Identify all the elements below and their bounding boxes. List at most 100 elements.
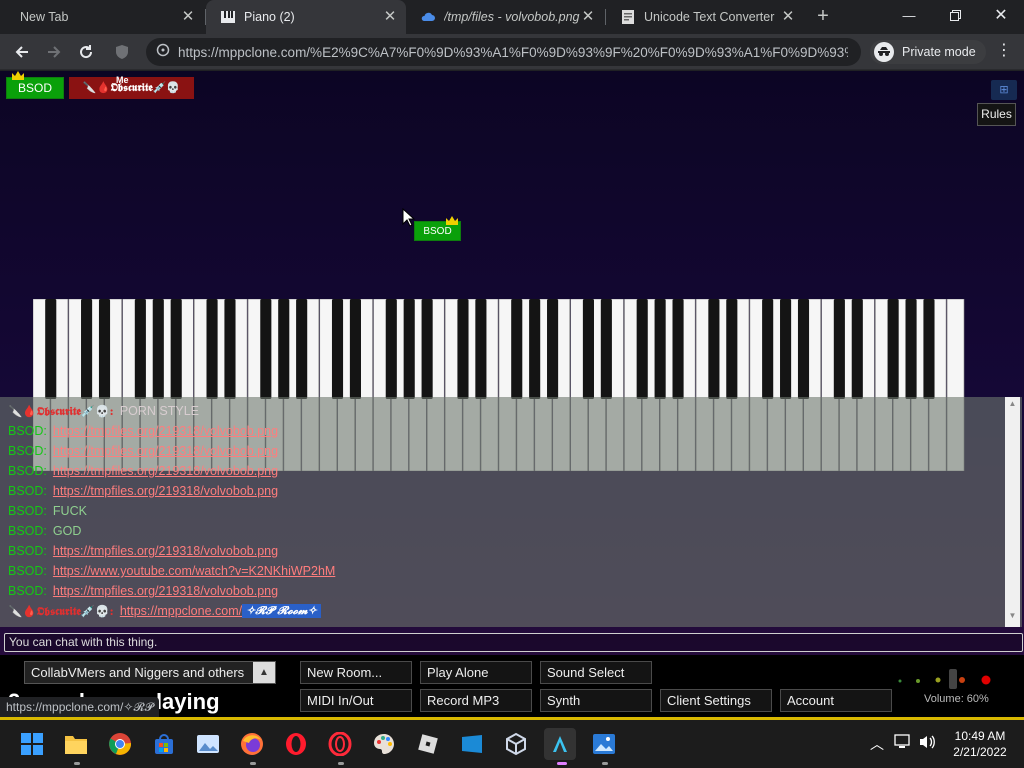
black-key[interactable] <box>98 299 111 399</box>
virtualbox-icon[interactable] <box>500 728 532 760</box>
site-info-icon[interactable] <box>156 43 170 62</box>
tab-unicode-converter[interactable]: Unicode Text Converter ✕ <box>606 0 804 34</box>
black-key[interactable] <box>726 299 738 399</box>
opera-icon[interactable] <box>280 728 312 760</box>
close-icon[interactable]: ✕ <box>780 9 796 25</box>
black-key[interactable] <box>45 299 57 399</box>
chat-link-highlight[interactable]: ✧𝓡𝓟 𝓡𝓸𝓸𝓶✧ <box>242 604 321 618</box>
black-key[interactable] <box>887 299 899 399</box>
black-key[interactable] <box>421 299 433 399</box>
reload-icon[interactable] <box>74 40 98 64</box>
chat-link[interactable]: https://mppclone.com/ <box>120 604 242 618</box>
user-badge-bsod[interactable]: BSOD <box>6 77 64 99</box>
chat-link[interactable]: https://tmpfiles.org/219318/volvobob.png <box>53 584 278 598</box>
tab-piano[interactable]: Piano (2) ✕ <box>206 0 406 34</box>
chrome-icon[interactable] <box>104 728 136 760</box>
black-key[interactable] <box>152 299 164 399</box>
black-key[interactable] <box>600 299 612 399</box>
tab-new-tab[interactable]: New Tab ✕ <box>6 0 204 34</box>
sound-select-button[interactable]: Sound Select <box>540 661 652 684</box>
client-settings-button[interactable]: Client Settings <box>660 689 772 712</box>
black-key[interactable] <box>134 299 146 399</box>
black-key[interactable] <box>851 299 863 399</box>
black-key[interactable] <box>331 299 344 399</box>
black-key[interactable] <box>708 299 720 399</box>
chat-link[interactable]: https://tmpfiles.org/219318/volvobob.png <box>53 464 278 478</box>
black-key[interactable] <box>511 299 523 399</box>
chat-link[interactable]: https://www.youtube.com/watch?v=K2NKhiWP… <box>53 564 335 578</box>
black-key[interactable] <box>260 299 272 399</box>
volume-knob-icon[interactable] <box>896 663 996 693</box>
minimize-icon[interactable]: — <box>886 0 932 30</box>
black-key[interactable] <box>582 299 594 399</box>
photos-icon[interactable] <box>192 728 224 760</box>
chevron-up-icon[interactable]: ︿ <box>870 734 884 754</box>
account-button[interactable]: Account <box>780 689 892 712</box>
black-key[interactable] <box>797 299 810 399</box>
black-key[interactable] <box>905 299 917 399</box>
chat-link[interactable]: https://tmpfiles.org/219318/volvobob.png <box>53 484 278 498</box>
image-viewer-icon[interactable] <box>588 728 620 760</box>
vs-icon[interactable] <box>456 728 488 760</box>
close-icon[interactable]: ✕ <box>382 9 398 25</box>
black-key[interactable] <box>278 299 290 399</box>
black-key[interactable] <box>206 299 218 399</box>
close-window-icon[interactable]: ✕ <box>978 0 1024 30</box>
layout-toggle-icon[interactable]: ⊞ <box>991 80 1017 100</box>
vs-code-icon[interactable] <box>544 728 576 760</box>
black-key[interactable] <box>672 299 684 399</box>
record-mp3-button[interactable]: Record MP3 <box>420 689 532 712</box>
black-key[interactable] <box>780 299 792 399</box>
black-key[interactable] <box>475 299 487 399</box>
network-icon[interactable] <box>894 734 912 753</box>
firefox-icon[interactable] <box>236 728 268 760</box>
black-key[interactable] <box>923 299 935 399</box>
black-key[interactable] <box>636 299 648 399</box>
room-select[interactable]: CollabVMers and Niggers and others ▲ <box>24 661 276 684</box>
forward-icon[interactable] <box>42 40 66 64</box>
scroll-down-icon[interactable]: ▼ <box>1008 611 1017 620</box>
play-alone-button[interactable]: Play Alone <box>420 661 532 684</box>
black-key[interactable] <box>170 299 182 399</box>
tab-tmpfiles[interactable]: /tmp/files - volvobob.png ✕ <box>406 0 604 34</box>
black-key[interactable] <box>81 299 93 399</box>
file-explorer-icon[interactable] <box>60 728 92 760</box>
black-key[interactable] <box>296 299 308 399</box>
speaker-icon[interactable] <box>918 734 936 753</box>
black-key[interactable] <box>654 299 666 399</box>
black-key[interactable] <box>762 299 774 399</box>
chat-scrollbar[interactable]: ▲ ▼ <box>1005 397 1020 627</box>
volume-control[interactable]: Volume: 60% <box>896 663 1020 709</box>
roblox-icon[interactable] <box>412 728 444 760</box>
user-badge-obscurite[interactable]: 🔪🩸𝕺𝖇𝖘𝖈𝖚𝖗𝖎𝖙𝖊💉💀 <box>69 77 194 99</box>
menu-icon[interactable]: ⋮ <box>994 42 1014 62</box>
synth-button[interactable]: Synth <box>540 689 652 712</box>
paint-icon[interactable] <box>368 728 400 760</box>
address-bar[interactable]: https://mppclone.com/%E2%9C%A7%F0%9D%93%… <box>146 38 861 66</box>
midi-button[interactable]: MIDI In/Out <box>300 689 412 712</box>
rules-button[interactable]: Rules <box>977 103 1016 126</box>
store-icon[interactable] <box>148 728 180 760</box>
new-room-button[interactable]: New Room... <box>300 661 412 684</box>
black-key[interactable] <box>833 299 845 399</box>
private-mode-badge[interactable]: Private mode <box>870 40 986 64</box>
black-key[interactable] <box>349 299 361 399</box>
chat-link[interactable]: https://tmpfiles.org/219318/volvobob.png <box>53 424 278 438</box>
windows-start-icon[interactable] <box>16 728 48 760</box>
opera-gx-icon[interactable] <box>324 728 356 760</box>
back-icon[interactable] <box>10 40 34 64</box>
black-key[interactable] <box>529 299 541 399</box>
new-tab-button[interactable]: + <box>812 5 834 29</box>
system-clock[interactable]: 10:49 AM 2/21/2022 <box>944 728 1016 760</box>
black-key[interactable] <box>224 299 236 399</box>
chat-input[interactable]: You can chat with this thing. <box>4 633 1023 652</box>
black-key[interactable] <box>457 299 469 399</box>
shield-icon[interactable] <box>110 40 134 64</box>
chevron-up-icon[interactable]: ▲ <box>253 662 275 683</box>
black-key[interactable] <box>547 299 559 399</box>
black-key[interactable] <box>403 299 415 399</box>
chat-link[interactable]: https://tmpfiles.org/219318/volvobob.png <box>53 444 278 458</box>
restore-icon[interactable] <box>932 0 978 30</box>
scroll-up-icon[interactable]: ▲ <box>1008 399 1017 408</box>
close-icon[interactable]: ✕ <box>180 9 196 25</box>
